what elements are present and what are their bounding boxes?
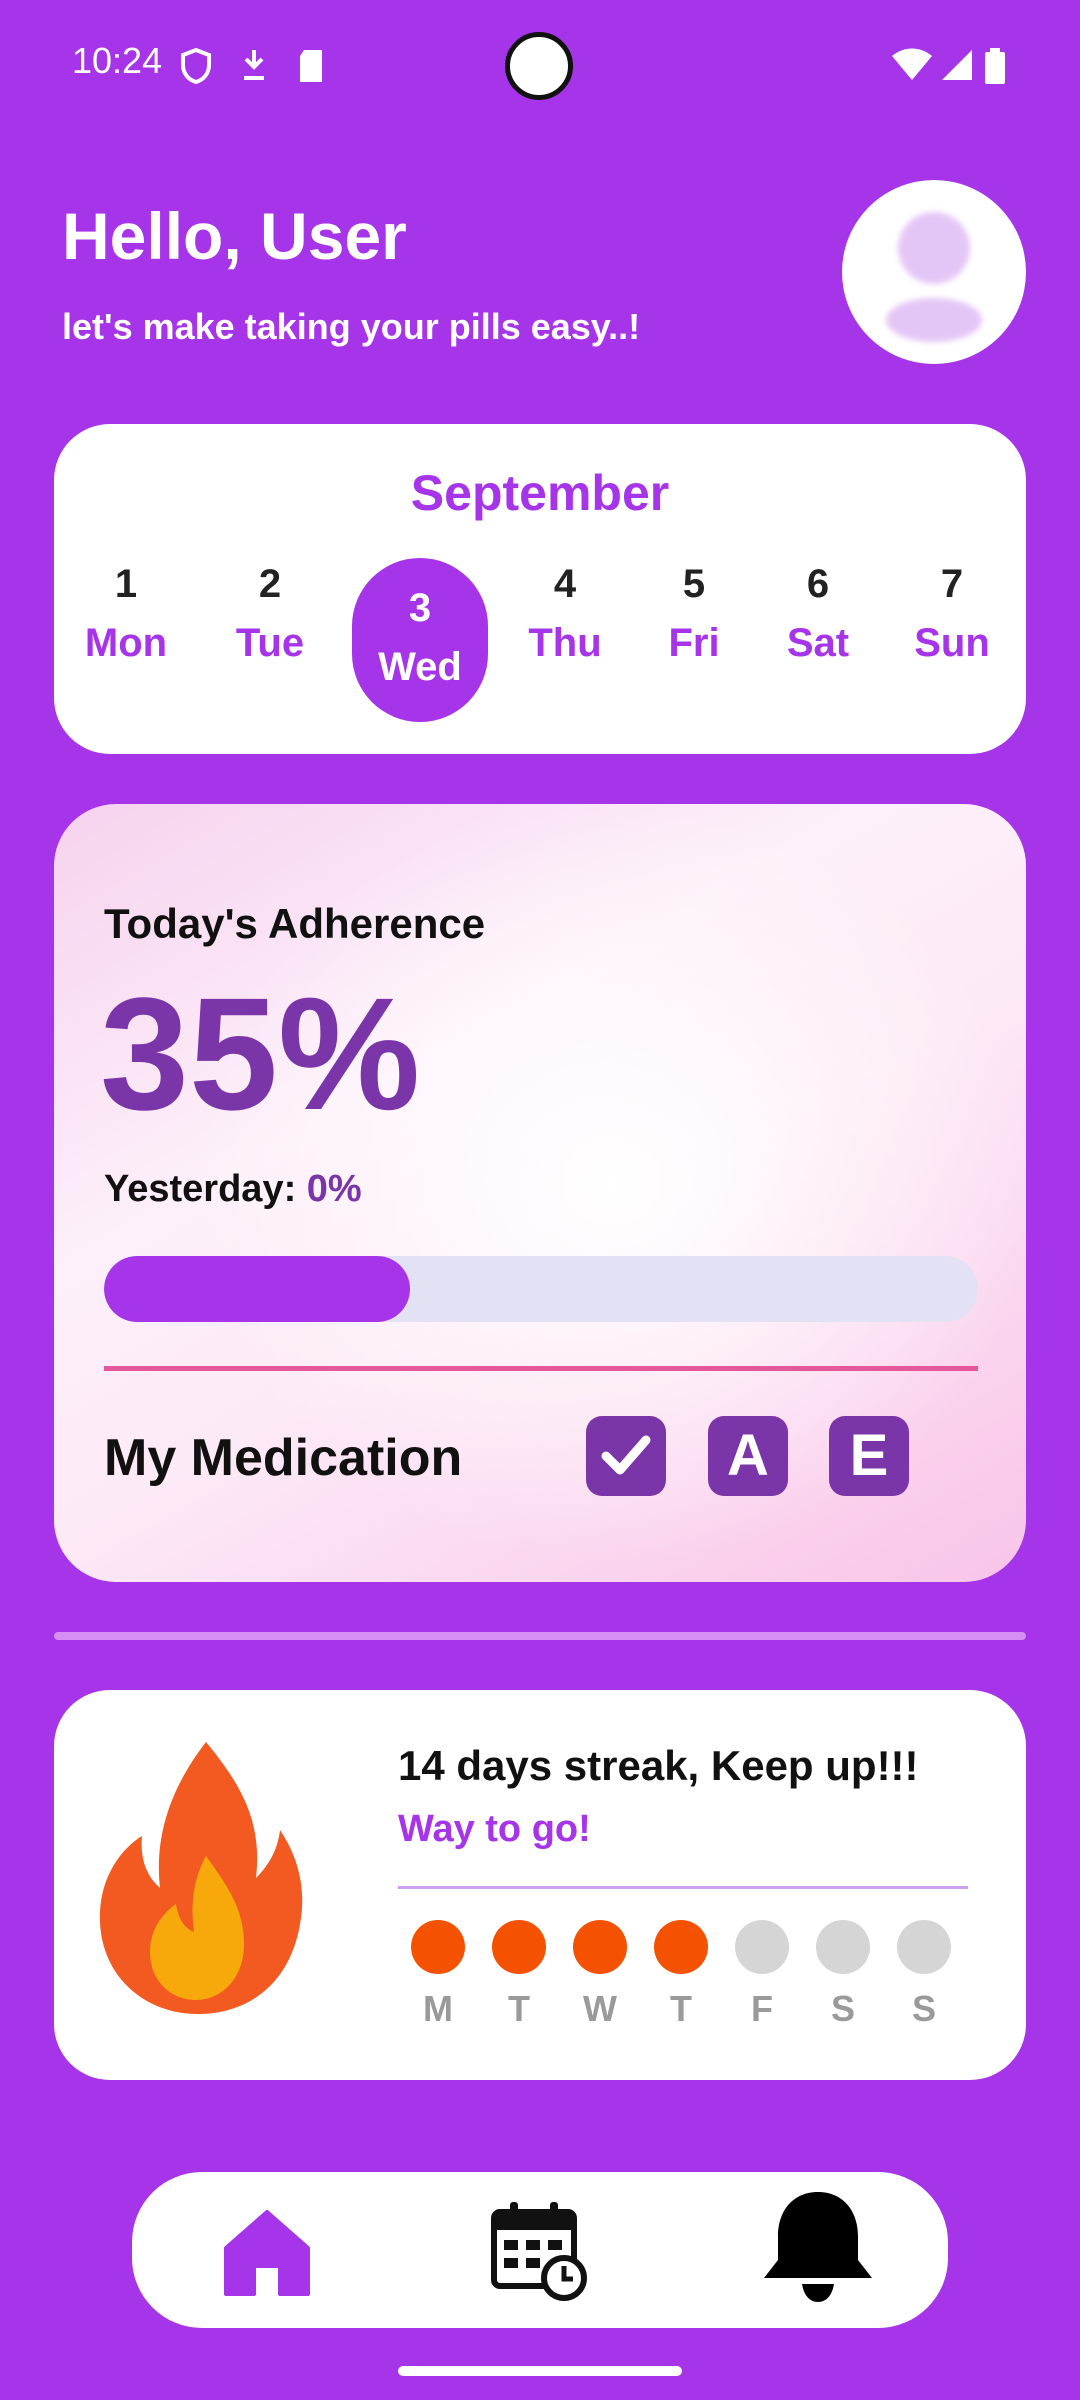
camera-cutout <box>505 32 573 100</box>
yesterday-value: 0% <box>306 1168 362 1210</box>
streak-dot-fri <box>735 1920 789 1974</box>
streak-subtitle: Way to go! <box>398 1808 591 1850</box>
greeting-title: Hello, User <box>62 199 407 273</box>
calendar-schedule-icon[interactable] <box>484 2196 594 2306</box>
day-number: 7 <box>940 562 964 606</box>
day-number: 3 <box>408 586 432 630</box>
streak-day-label: T <box>508 1988 530 2029</box>
medication-title: My Medication <box>104 1429 463 1487</box>
day-name: Thu <box>528 621 602 665</box>
home-indicator <box>398 2366 682 2376</box>
day-fri[interactable]: 5 Fri <box>634 534 754 684</box>
download-icon <box>244 50 264 80</box>
section-divider <box>54 1632 1026 1640</box>
week-calendar: September 1 Mon 2 Tue 3 Wed 4 Thu 5 Fri … <box>54 424 1026 754</box>
streak-dot-mon <box>411 1920 465 1974</box>
month-label: September <box>410 465 670 521</box>
streak-title: 14 days streak, Keep up!!! <box>398 1742 919 1789</box>
wifi-icon <box>892 48 932 80</box>
day-name: Mon <box>84 621 168 665</box>
day-name: Wed <box>378 645 462 689</box>
day-number: 5 <box>682 562 706 606</box>
home-icon[interactable] <box>212 2196 322 2306</box>
streak-divider <box>398 1886 968 1889</box>
user-avatar-icon <box>886 212 982 342</box>
day-sat[interactable]: 6 Sat <box>758 534 878 684</box>
status-time: 10:24 <box>72 40 163 81</box>
streak-card: 14 days streak, Keep up!!! Way to go! M … <box>54 1690 1026 2080</box>
day-number: 1 <box>114 562 138 606</box>
progress-fill <box>104 1256 410 1322</box>
day-name: Fri <box>668 621 720 665</box>
day-number: 4 <box>553 562 577 606</box>
letter-a-icon[interactable]: A <box>708 1416 788 1496</box>
streak-day-label: F <box>751 1988 773 2029</box>
streak-dot-wed <box>573 1920 627 1974</box>
adherence-progress-bar <box>104 1256 978 1322</box>
yesterday-label: Yesterday: <box>104 1168 297 1210</box>
streak-day-label: T <box>670 1988 692 2029</box>
sd-card-icon <box>300 50 322 82</box>
streak-day-label: S <box>911 1988 936 2029</box>
streak-day-label: S <box>830 1988 855 2029</box>
adherence-percent: 35% <box>100 964 421 1143</box>
day-wed-selected[interactable]: 3 Wed <box>352 558 488 722</box>
day-mon[interactable]: 1 Mon <box>66 534 186 684</box>
day-name: Sat <box>786 621 850 665</box>
avatar[interactable] <box>842 180 1026 364</box>
letter-e-icon[interactable]: E <box>829 1416 909 1496</box>
day-tue[interactable]: 2 Tue <box>210 534 330 684</box>
fire-icon <box>99 1742 303 2014</box>
day-number: 6 <box>806 562 830 606</box>
signal-icon <box>942 50 972 80</box>
day-sun[interactable]: 7 Sun <box>892 534 1012 684</box>
shield-icon <box>181 48 211 84</box>
streak-dot-thu <box>654 1920 708 1974</box>
streak-day-label: M <box>423 1988 453 2029</box>
greeting-subtitle: let's make taking your pills easy..! <box>62 306 641 347</box>
checkmark-icon[interactable] <box>586 1416 666 1496</box>
streak-dot-sat <box>816 1920 870 1974</box>
adherence-title: Today's Adherence <box>104 900 486 947</box>
yesterday-row: Yesterday: 0% <box>104 1168 362 1211</box>
day-name: Sun <box>914 621 990 665</box>
streak-day-label: W <box>583 1988 617 2029</box>
bell-icon[interactable] <box>748 2186 888 2306</box>
bottom-nav <box>132 2172 948 2328</box>
adherence-card: Today's Adherence 35% Yesterday: 0% My M… <box>54 804 1026 1582</box>
streak-dot-sun <box>897 1920 951 1974</box>
day-thu[interactable]: 4 Thu <box>505 534 625 684</box>
streak-dot-tue <box>492 1920 546 1974</box>
day-number: 2 <box>258 562 282 606</box>
day-name: Tue <box>235 621 305 665</box>
card-divider <box>104 1366 978 1371</box>
battery-icon <box>985 48 1005 84</box>
